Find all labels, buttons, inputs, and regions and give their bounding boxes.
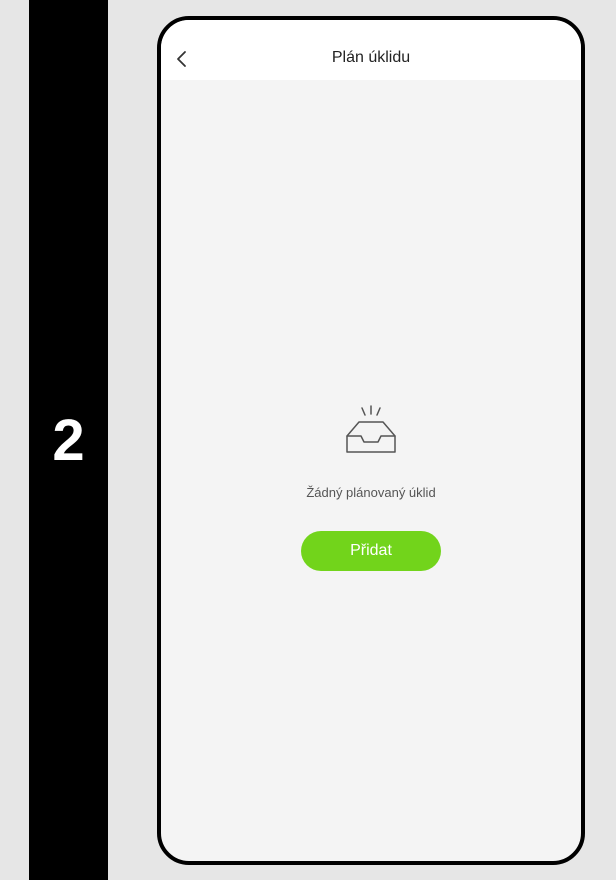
step-number: 2 [52,408,85,473]
empty-state: Žádný plánovaný úklid [161,404,581,501]
step-indicator-bar: 2 [29,0,108,880]
phone-screen: Plán úklidu Žádný plánovaný úklid Přidat [157,16,585,865]
empty-tray-icon [346,405,396,453]
app-header: Plán úklidu [161,20,581,80]
empty-state-message: Žádný plánovaný úklid [306,485,436,500]
add-schedule-button[interactable]: Přidat [301,531,441,571]
page-title: Plán úklidu [331,49,411,66]
